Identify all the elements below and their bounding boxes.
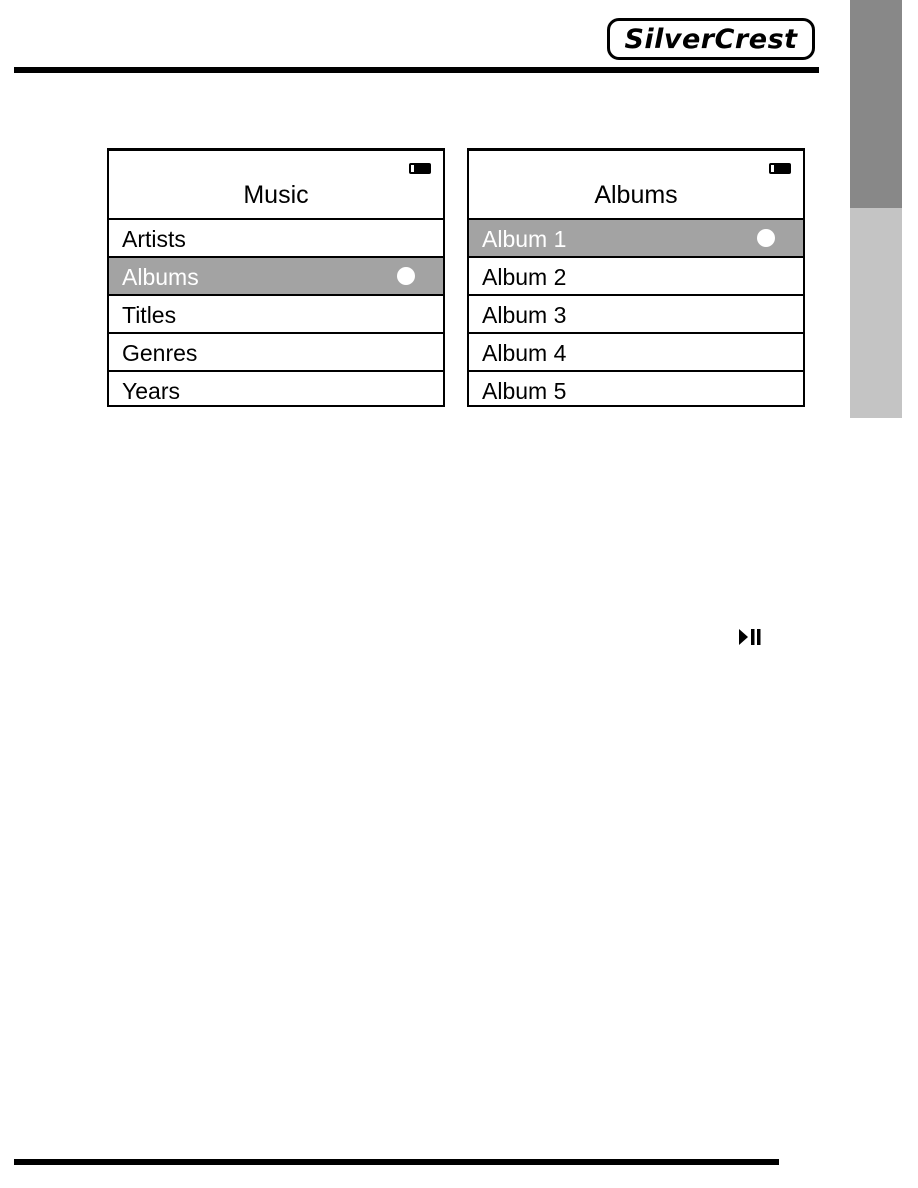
- silvercrest-logo: SilverCrest: [607, 18, 815, 60]
- screen-header: Music: [109, 151, 443, 220]
- play-pause-icon: [739, 629, 761, 645]
- menu-item-album-4[interactable]: Album 4: [469, 334, 803, 372]
- logo-text: SilverCrest: [624, 23, 798, 55]
- side-tab-dark: [850, 0, 902, 208]
- menu-item-label: Titles: [122, 302, 177, 328]
- menu-item-album-2[interactable]: Album 2: [469, 258, 803, 296]
- menu-item-albums[interactable]: Albums: [109, 258, 443, 296]
- footer-rule: [14, 1159, 779, 1165]
- menu-item-label: Artists: [122, 226, 186, 252]
- menu-item-label: Album 5: [482, 378, 567, 404]
- screen-header: Albums: [469, 151, 803, 220]
- menu-item-label: Album 4: [482, 340, 567, 366]
- menu-item-album-3[interactable]: Album 3: [469, 296, 803, 334]
- circle-icon: [757, 229, 775, 247]
- menu-item-artists[interactable]: Artists: [109, 220, 443, 258]
- menu-item-album-1[interactable]: Album 1: [469, 220, 803, 258]
- menu-item-titles[interactable]: Titles: [109, 296, 443, 334]
- screen-title: Music: [243, 181, 309, 209]
- menu-item-label: Years: [122, 378, 180, 404]
- albums-menu-screen: Albums Album 1 Album 2 Album 3 Album 4 A…: [467, 148, 805, 407]
- menu-item-label: Genres: [122, 340, 198, 366]
- menu-item-label: Album 2: [482, 264, 567, 290]
- menu-item-label: Album 3: [482, 302, 567, 328]
- menu-item-genres[interactable]: Genres: [109, 334, 443, 372]
- side-tab-light: [850, 208, 902, 418]
- header-rule: [14, 67, 819, 73]
- menu-item-years[interactable]: Years: [109, 372, 443, 408]
- battery-icon: [409, 163, 431, 174]
- music-menu-screen: Music Artists Albums Titles Genres Years: [107, 148, 445, 407]
- battery-icon: [769, 163, 791, 174]
- screen-title: Albums: [594, 181, 678, 209]
- circle-icon: [397, 267, 415, 285]
- menu-item-label: Album 1: [482, 226, 567, 252]
- menu-item-label: Albums: [122, 264, 199, 290]
- menu-item-album-5[interactable]: Album 5: [469, 372, 803, 408]
